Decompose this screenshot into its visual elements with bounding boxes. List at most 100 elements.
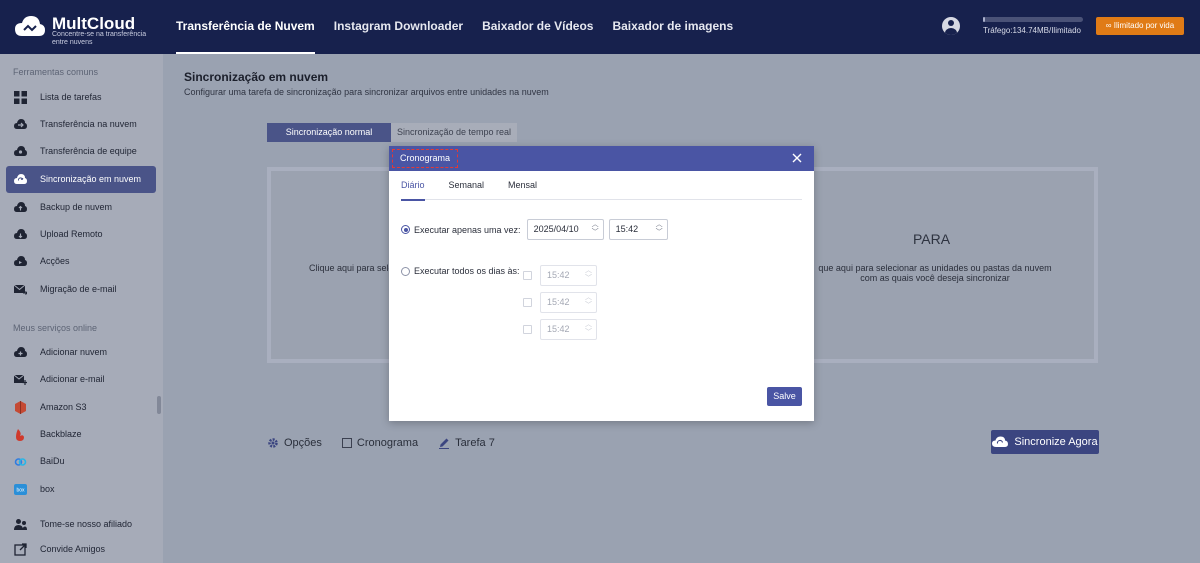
add-email-icon <box>14 374 27 385</box>
pencil-icon <box>439 438 450 449</box>
email-migration-icon <box>14 284 27 295</box>
sidebar: Ferramentas comuns Lista de tarefas Tran… <box>0 54 163 563</box>
sync-now-label: Sincronize Agora <box>1014 436 1098 448</box>
traffic-progress-bar <box>983 17 1083 22</box>
sidebar-item-label: Sincronização em nuvem <box>40 174 142 184</box>
nav-cloud-transfer[interactable]: Transferência de Nuvem <box>176 0 315 54</box>
sidebar-item-cloud-sync[interactable]: Sincronização em nuvem <box>6 166 156 193</box>
run-daily-radio[interactable] <box>401 266 410 276</box>
daily-time-field[interactable]: 15:42 ︿ ﹀ <box>540 319 597 340</box>
run-daily-row: Executar todos os dias às: <box>401 266 526 276</box>
sidebar-item-cloud-backup[interactable]: Backup de nuvem <box>6 194 156 221</box>
sidebar-item-label: Migração de e-mail <box>40 284 117 294</box>
target-select-text[interactable]: que aqui para selecionar as unidades ou … <box>815 263 1055 283</box>
sidebar-item-baidu[interactable]: BaiDu <box>6 448 156 475</box>
daily-time-checkbox[interactable] <box>523 298 532 307</box>
page-title: Sincronização em nuvem <box>184 70 329 84</box>
target-title: PARA <box>913 231 951 247</box>
run-once-radio[interactable] <box>401 225 410 234</box>
sidebar-item-remote-upload[interactable]: Upload Remoto <box>6 221 156 248</box>
sidebar-item-label: Backblaze <box>40 429 82 439</box>
sidebar-item-cloud-transfer[interactable]: Transferência na nuvem <box>6 111 156 138</box>
daily-time-checkbox[interactable] <box>523 325 532 334</box>
daily-time-value: 15:42 <box>547 270 570 280</box>
time-stepper-icon[interactable]: ︿ ﹀ <box>585 294 592 310</box>
sidebar-item-label: Upload Remoto <box>40 229 103 239</box>
multcloud-logo-icon <box>15 16 45 36</box>
nav-video-downloader[interactable]: Baixador de Vídeos <box>482 0 593 54</box>
unlimited-button[interactable]: ∞ Ilimitado por vida <box>1096 17 1184 35</box>
run-once-time-field[interactable]: 15:42 ︿ ﹀ <box>608 219 668 240</box>
date-stepper-icon[interactable]: ︿ ﹀ <box>592 221 599 237</box>
box-icon: box <box>14 484 27 495</box>
sidebar-item-label: Tome-se nosso afiliado <box>40 519 133 529</box>
run-daily-label: Executar todos os dias às: <box>414 266 520 276</box>
task-name[interactable]: Tarefa 7 <box>438 437 495 449</box>
actions-icon <box>14 256 27 266</box>
daily-time-checkbox[interactable] <box>523 271 532 280</box>
options-button[interactable]: Opções <box>267 437 322 449</box>
traffic-text: Tráfego:134.74MB/Ilimitado <box>983 26 1081 35</box>
time-stepper-icon[interactable]: ︿ ﹀ <box>585 267 592 283</box>
run-once-date-value: 2025/04/10 <box>533 224 579 234</box>
sync-now-button[interactable]: Sincronize Agora <box>991 430 1099 454</box>
nav-instagram-downloader[interactable]: Instagram Downloader <box>334 0 463 54</box>
logo-subtitle: Concentre-se na transferência entre nuve… <box>52 31 147 46</box>
nav-image-downloader[interactable]: Baixador de imagens <box>612 0 733 54</box>
daily-time-slot: 15:42 ︿ ﹀ <box>523 265 597 286</box>
dialog-title: Cronograma <box>392 149 458 168</box>
sidebar-item-amazon-s3[interactable]: Amazon S3 <box>6 394 156 421</box>
sidebar-item-label: Lista de tarefas <box>40 92 102 102</box>
daily-time-value: 15:42 <box>547 297 570 307</box>
sidebar-item-invite-friends[interactable]: Convide Amigos <box>6 536 156 563</box>
time-stepper-icon[interactable]: ︿ ﹀ <box>585 321 592 337</box>
sidebar-item-add-cloud[interactable]: Adicionar nuvem <box>6 339 156 366</box>
time-stepper-icon[interactable]: ︿ ﹀ <box>656 221 663 237</box>
schedule-tabs: Diário Semanal Mensal <box>401 179 802 201</box>
options-label: Opções <box>284 437 322 449</box>
schedule-toggle[interactable]: Cronograma <box>341 437 419 449</box>
run-once-time-value: 15:42 <box>615 224 639 234</box>
daily-time-field[interactable]: 15:42 ︿ ﹀ <box>540 292 597 313</box>
save-button[interactable]: Salve <box>767 387 802 406</box>
team-transfer-icon <box>14 146 27 156</box>
sidebar-item-email-migration[interactable]: Migração de e-mail <box>6 276 156 303</box>
baidu-icon <box>14 458 27 466</box>
backblaze-icon <box>16 429 24 441</box>
daily-time-field[interactable]: 15:42 ︿ ﹀ <box>540 265 597 286</box>
sidebar-item-team-transfer[interactable]: Transferência de equipe <box>6 138 156 165</box>
infinity-icon: ∞ <box>1105 21 1114 30</box>
add-cloud-icon <box>14 347 27 357</box>
schedule-label: Cronograma <box>356 437 419 449</box>
run-once-row: Executar apenas uma vez: 2025/04/10 ︿ ﹀ 1… <box>401 219 668 240</box>
source-select-text[interactable]: Clique aqui para sele <box>309 263 394 273</box>
sidebar-scrollbar[interactable] <box>157 396 161 414</box>
logo[interactable]: MultCloud Concentre-se na transferência … <box>14 10 164 48</box>
main-nav: Transferência de Nuvem Instagram Downloa… <box>176 0 752 54</box>
sidebar-item-task-list[interactable]: Lista de tarefas <box>6 84 156 111</box>
sidebar-item-label: Transferência de equipe <box>40 146 137 156</box>
tab-normal-sync[interactable]: Sincronização normal <box>267 123 391 142</box>
tab-daily[interactable]: Diário <box>401 179 425 201</box>
daily-time-value: 15:42 <box>547 324 570 334</box>
sidebar-heading-common-tools: Ferramentas comuns <box>13 67 99 77</box>
sidebar-item-actions[interactable]: Acções <box>6 248 156 275</box>
tab-realtime-sync[interactable]: Sincronização de tempo real <box>391 123 517 142</box>
run-once-label: Executar apenas uma vez: <box>414 224 521 235</box>
sidebar-item-affiliate[interactable]: Tome-se nosso afiliado <box>6 511 156 538</box>
sidebar-item-backblaze[interactable]: Backblaze <box>6 421 156 448</box>
close-icon[interactable] <box>790 151 804 165</box>
sidebar-item-add-email[interactable]: Adicionar e-mail <box>6 366 156 393</box>
schedule-checkbox[interactable] <box>341 438 352 448</box>
tab-monthly[interactable]: Mensal <box>508 179 537 200</box>
tab-weekly[interactable]: Semanal <box>449 179 485 200</box>
sidebar-item-box[interactable]: box box <box>6 476 156 503</box>
run-once-date-field[interactable]: 2025/04/10 ︿ ﹀ <box>526 219 604 240</box>
cloud-backup-icon <box>14 202 27 212</box>
amazon-s3-icon <box>15 401 26 414</box>
unlimited-button-label: Ilimitado por vida <box>1113 21 1175 30</box>
task-name-label: Tarefa 7 <box>455 437 495 449</box>
sidebar-item-label: Adicionar nuvem <box>40 347 108 357</box>
daily-time-slot: 15:42 ︿ ﹀ <box>523 319 597 340</box>
user-avatar-icon[interactable] <box>942 17 960 35</box>
